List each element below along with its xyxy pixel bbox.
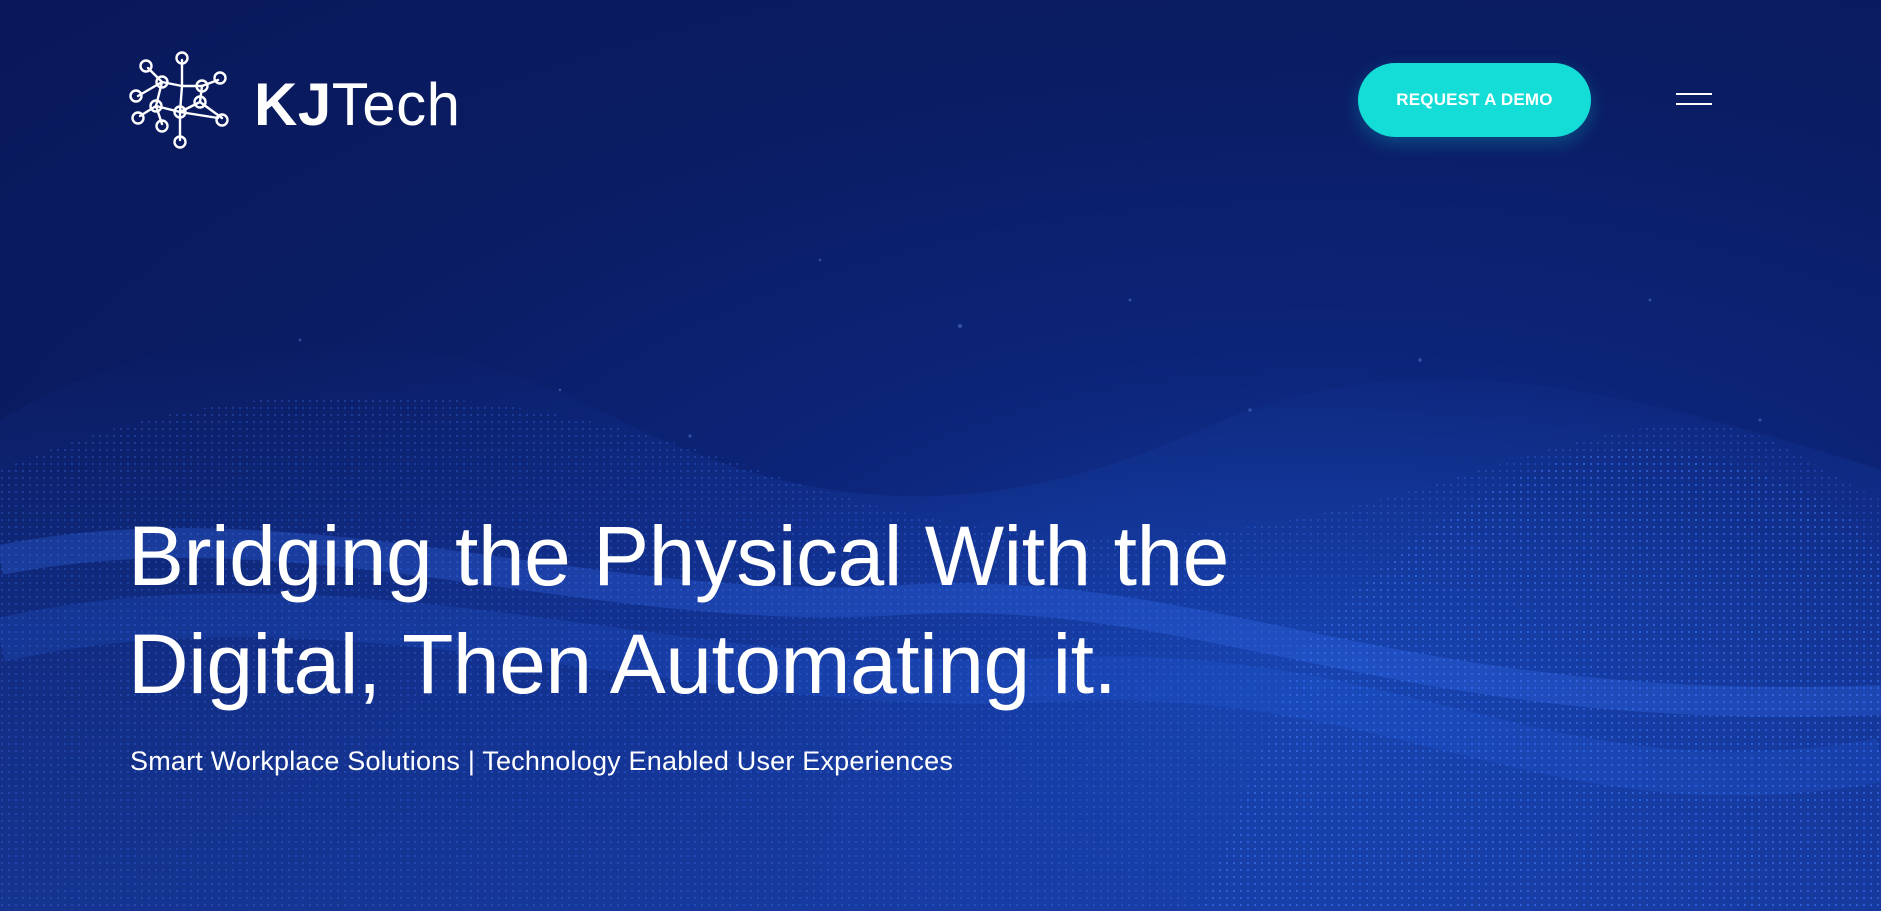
kjtech-logo[interactable]: KJTech [128, 50, 460, 150]
hero-section: KJTech REQUEST A DEMO Bridging the Physi… [0, 0, 1881, 911]
logo-text-bold: KJ [254, 71, 332, 138]
hamburger-menu-icon[interactable] [1672, 86, 1716, 112]
menu-line [1676, 93, 1712, 95]
headline-line-2: Digital, Then Automating it. [128, 617, 1117, 711]
request-demo-button[interactable]: REQUEST A DEMO [1358, 63, 1591, 137]
logo-wordmark: KJTech [254, 75, 460, 135]
logo-text-light: Tech [331, 71, 461, 138]
menu-line [1676, 103, 1712, 105]
headline-line-1: Bridging the Physical With the [128, 509, 1229, 603]
hero-subheadline: Smart Workplace Solutions | Technology E… [130, 746, 954, 776]
hero-headline: Bridging the Physical With the Digital, … [128, 502, 1428, 718]
network-nodes-icon [129, 51, 229, 149]
